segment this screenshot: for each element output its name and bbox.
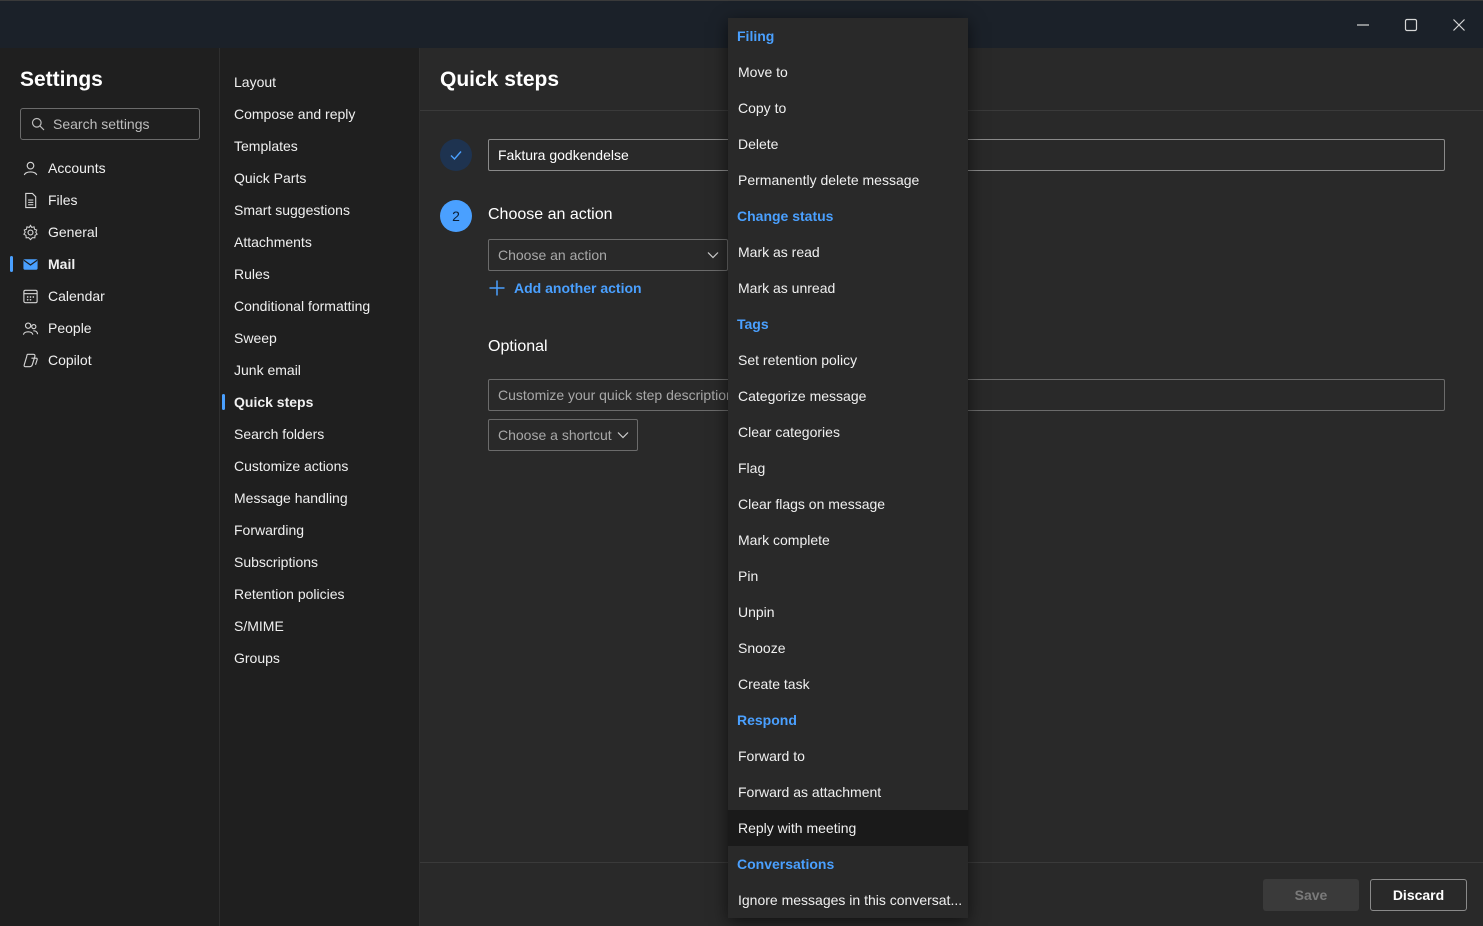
people-icon bbox=[20, 318, 40, 338]
minimize-button[interactable] bbox=[1347, 9, 1379, 41]
step-number-badge: 2 bbox=[440, 200, 472, 232]
mail-nav-item-groups[interactable]: Groups bbox=[220, 642, 419, 674]
mail-nav-item-templates[interactable]: Templates bbox=[220, 130, 419, 162]
sidebar-item-label: General bbox=[48, 224, 98, 240]
menu-group-header-filing: Filing bbox=[737, 28, 775, 44]
step-label: Choose an action bbox=[488, 206, 613, 223]
menu-item-flag[interactable]: Flag bbox=[728, 450, 968, 486]
chevron-down-icon bbox=[707, 252, 719, 259]
mail-icon bbox=[20, 254, 40, 274]
page-title: Quick steps bbox=[440, 68, 560, 91]
step-complete-indicator bbox=[440, 139, 472, 171]
menu-group-header-tags: Tags bbox=[737, 316, 769, 332]
sidebar-item-label: Files bbox=[48, 192, 78, 208]
mail-nav-item-layout[interactable]: Layout bbox=[220, 66, 419, 98]
mail-nav-item-quick-steps[interactable]: Quick steps bbox=[220, 386, 419, 418]
settings-title: Settings bbox=[20, 68, 103, 91]
menu-group-header-respond: Respond bbox=[737, 712, 797, 728]
sidebar-item-people[interactable]: People bbox=[0, 312, 219, 344]
settings-sidebar: Settings Search settings Accounts Files … bbox=[0, 48, 220, 926]
gear-icon bbox=[20, 222, 40, 242]
mail-nav-item-retention-policies[interactable]: Retention policies bbox=[220, 578, 419, 610]
mail-nav-item-forwarding[interactable]: Forwarding bbox=[220, 514, 419, 546]
menu-item-permanently-delete-message[interactable]: Permanently delete message bbox=[728, 162, 968, 198]
add-another-action-label: Add another action bbox=[514, 280, 642, 296]
optional-label: Optional bbox=[488, 338, 548, 355]
mail-nav-item-quick-parts[interactable]: Quick Parts bbox=[220, 162, 419, 194]
choose-action-dropdown[interactable]: Choose an action bbox=[488, 239, 728, 271]
checkmark-icon bbox=[450, 151, 462, 161]
mail-settings-nav: Layout Compose and reply Templates Quick Pa… bbox=[220, 48, 420, 926]
menu-item-reply-with-meeting[interactable]: Reply with meeting bbox=[728, 810, 968, 846]
mail-nav-item-message-handling[interactable]: Message handling bbox=[220, 482, 419, 514]
sidebar-item-copilot[interactable]: Copilot bbox=[0, 344, 219, 376]
menu-item-delete[interactable]: Delete bbox=[728, 126, 968, 162]
mail-nav-item-customize-actions[interactable]: Customize actions bbox=[220, 450, 419, 482]
mail-nav-item-s-mime[interactable]: S/MIME bbox=[220, 610, 419, 642]
menu-item-ignore-messages-in-this-conversat[interactable]: Ignore messages in this conversat... bbox=[728, 882, 968, 918]
mail-nav-item-compose-and-reply[interactable]: Compose and reply bbox=[220, 98, 419, 130]
shortcut-placeholder: Choose a shortcut bbox=[498, 427, 612, 443]
menu-group-header-conversations: Conversations bbox=[737, 856, 835, 872]
quick-step-name-value: Faktura godkendelse bbox=[498, 147, 629, 163]
sidebar-item-accounts[interactable]: Accounts bbox=[0, 152, 219, 184]
search-input[interactable]: Search settings bbox=[20, 108, 200, 140]
choose-action-placeholder: Choose an action bbox=[498, 247, 607, 263]
sidebar-item-mail[interactable]: Mail bbox=[0, 248, 219, 280]
mail-nav-item-sweep[interactable]: Sweep bbox=[220, 322, 419, 354]
menu-item-mark-as-read[interactable]: Mark as read bbox=[728, 234, 968, 270]
mail-nav-item-subscriptions[interactable]: Subscriptions bbox=[220, 546, 419, 578]
mail-nav-item-junk-email[interactable]: Junk email bbox=[220, 354, 419, 386]
menu-item-create-task[interactable]: Create task bbox=[728, 666, 968, 702]
mail-nav-item-attachments[interactable]: Attachments bbox=[220, 226, 419, 258]
menu-item-mark-complete[interactable]: Mark complete bbox=[728, 522, 968, 558]
menu-item-clear-flags-on-message[interactable]: Clear flags on message bbox=[728, 486, 968, 522]
menu-item-forward-as-attachment[interactable]: Forward as attachment bbox=[728, 774, 968, 810]
mail-nav-item-conditional-formatting[interactable]: Conditional formatting bbox=[220, 290, 419, 322]
sidebar-item-files[interactable]: Files bbox=[0, 184, 219, 216]
sidebar-item-general[interactable]: General bbox=[0, 216, 219, 248]
mail-nav-item-search-folders[interactable]: Search folders bbox=[220, 418, 419, 450]
settings-nav: Accounts Files General Mail Calendar Peo… bbox=[0, 152, 219, 376]
plus-icon bbox=[489, 280, 505, 296]
sidebar-item-calendar[interactable]: Calendar bbox=[0, 280, 219, 312]
menu-item-forward-to[interactable]: Forward to bbox=[728, 738, 968, 774]
action-dropdown-menu: Filing Move to Copy to Delete Permanently de… bbox=[728, 18, 968, 918]
maximize-button[interactable] bbox=[1395, 9, 1427, 41]
sidebar-item-label: Accounts bbox=[48, 160, 106, 176]
sidebar-item-label: Copilot bbox=[48, 352, 92, 368]
person-icon bbox=[20, 158, 40, 178]
menu-item-clear-categories[interactable]: Clear categories bbox=[728, 414, 968, 450]
menu-item-copy-to[interactable]: Copy to bbox=[728, 90, 968, 126]
menu-item-set-retention-policy[interactable]: Set retention policy bbox=[728, 342, 968, 378]
menu-item-mark-as-unread[interactable]: Mark as unread bbox=[728, 270, 968, 306]
sidebar-item-label: Mail bbox=[48, 256, 76, 272]
discard-button[interactable]: Discard bbox=[1370, 879, 1467, 911]
maximize-icon bbox=[1404, 18, 1418, 32]
close-button[interactable] bbox=[1443, 9, 1475, 41]
menu-item-move-to[interactable]: Move to bbox=[728, 54, 968, 90]
menu-item-unpin[interactable]: Unpin bbox=[728, 594, 968, 630]
file-icon bbox=[20, 190, 40, 210]
chevron-down-icon bbox=[617, 432, 629, 439]
mail-nav-item-rules[interactable]: Rules bbox=[220, 258, 419, 290]
menu-item-categorize-message[interactable]: Categorize message bbox=[728, 378, 968, 414]
minimize-icon bbox=[1357, 24, 1369, 26]
menu-item-pin[interactable]: Pin bbox=[728, 558, 968, 594]
description-placeholder: Customize your quick step description bbox=[498, 387, 734, 403]
menu-item-snooze[interactable]: Snooze bbox=[728, 630, 968, 666]
sidebar-item-label: People bbox=[48, 320, 92, 336]
search-icon bbox=[31, 117, 45, 131]
add-another-action-button[interactable]: Add another action bbox=[488, 278, 642, 298]
shortcut-dropdown[interactable]: Choose a shortcut bbox=[488, 419, 638, 451]
copilot-icon bbox=[20, 350, 40, 370]
calendar-icon bbox=[20, 286, 40, 306]
search-placeholder: Search settings bbox=[53, 116, 150, 132]
menu-group-header-change-status: Change status bbox=[737, 208, 834, 224]
save-button[interactable]: Save bbox=[1263, 879, 1359, 911]
mail-nav-item-smart-suggestions[interactable]: Smart suggestions bbox=[220, 194, 419, 226]
close-icon bbox=[1453, 19, 1465, 31]
sidebar-item-label: Calendar bbox=[48, 288, 105, 304]
